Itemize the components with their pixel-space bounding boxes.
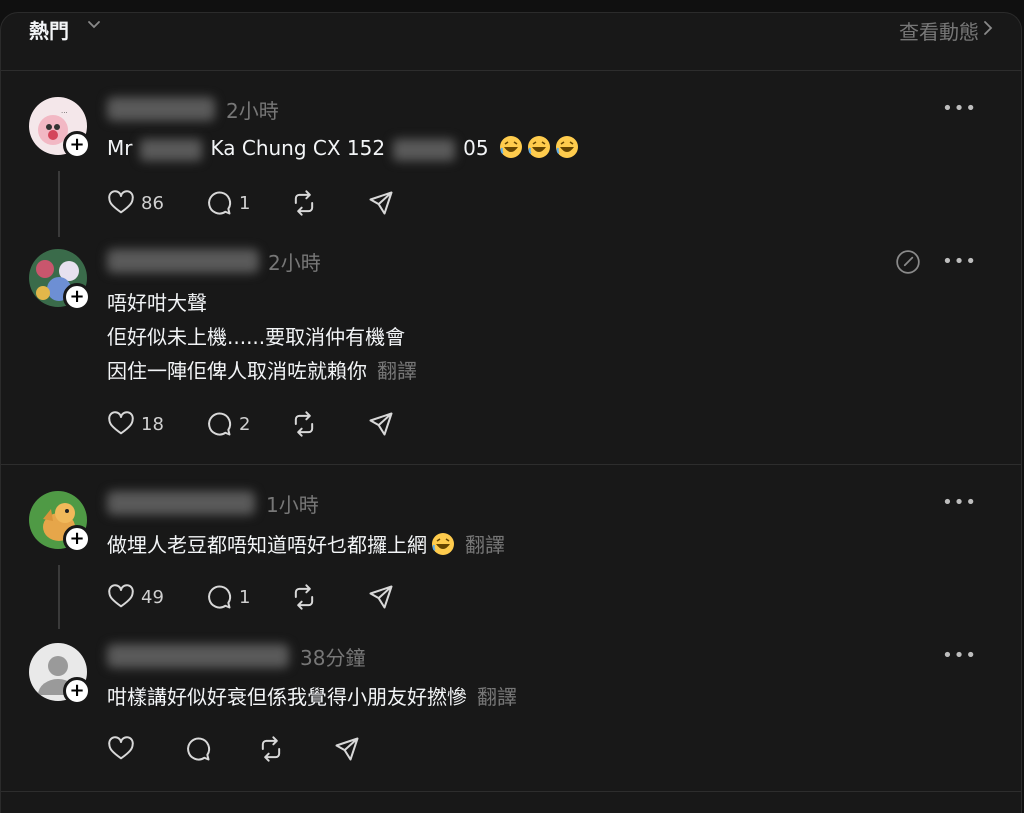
divider xyxy=(1,464,1021,465)
send-icon xyxy=(369,585,393,609)
follow-plus-icon[interactable]: + xyxy=(63,525,91,553)
avatar[interactable]: + xyxy=(29,643,91,705)
share-button[interactable] xyxy=(367,409,395,439)
comment-text: Mr Ka Chung CX 152 05 xyxy=(107,135,579,161)
heart-icon xyxy=(108,584,134,608)
comment-time: 2小時 xyxy=(268,251,321,275)
chevron-down-icon[interactable] xyxy=(86,16,102,32)
redacted-text xyxy=(393,138,456,161)
top-bar: 熱門 查看動態 xyxy=(1,13,1021,71)
comment-text-line: 佢好似未上機......要取消仲有機會 xyxy=(107,325,406,349)
like-button[interactable] xyxy=(107,734,135,764)
laughing-emoji-icon xyxy=(527,136,550,158)
comment-bubble-icon xyxy=(187,737,211,761)
like-count: 86 xyxy=(141,192,164,214)
username-redacted xyxy=(107,249,259,273)
like-button[interactable]: 49 xyxy=(107,582,164,612)
redacted-text xyxy=(140,138,203,161)
reply-count: 1 xyxy=(239,192,251,214)
sort-dropdown[interactable]: 熱門 xyxy=(29,15,69,44)
more-icon[interactable]: ••• xyxy=(942,98,977,119)
comment-text-content: 做埋人老豆都唔知道唔好乜都攞上網 xyxy=(107,533,427,557)
username-redacted xyxy=(107,644,289,668)
comment-text-content: 咁樣講好似好衰但係我覺得小朋友好撚慘 xyxy=(107,685,467,709)
like-button[interactable]: 86 xyxy=(107,188,164,218)
thread-line xyxy=(58,565,60,629)
send-icon xyxy=(369,191,393,215)
comment-text-prefix: Mr xyxy=(107,136,133,160)
thread-line xyxy=(58,171,60,237)
repost-icon xyxy=(294,190,314,216)
comment-time: 38分鐘 xyxy=(300,646,366,670)
repost-button[interactable] xyxy=(257,734,285,764)
more-icon[interactable]: ••• xyxy=(942,251,977,272)
reply-button[interactable] xyxy=(184,734,212,764)
comment-text-line: 因住一陣佢俾人取消咗就賴你 翻譯 xyxy=(107,355,417,384)
follow-plus-icon[interactable]: + xyxy=(63,677,91,705)
comment-text-line: 唔好咁大聲 xyxy=(107,291,207,315)
comment-bubble-icon xyxy=(208,412,232,436)
reply-count: 1 xyxy=(239,586,251,608)
comment-text-suffix: 05 xyxy=(463,136,489,160)
laughing-emoji-icon xyxy=(432,533,454,555)
laughing-emoji-icon xyxy=(555,136,578,158)
send-icon xyxy=(369,412,393,436)
reply-button[interactable]: 1 xyxy=(205,188,250,218)
username-redacted xyxy=(107,97,215,121)
repost-button[interactable] xyxy=(290,409,318,439)
more-icon[interactable]: ••• xyxy=(942,492,977,513)
avatar[interactable]: ··· + xyxy=(29,97,91,159)
view-activity-link[interactable]: 查看動態 xyxy=(899,16,979,45)
avatar[interactable]: + xyxy=(29,249,91,311)
comment-time: 2小時 xyxy=(226,99,279,123)
more-icon[interactable]: ••• xyxy=(942,645,977,666)
comment-text: 咁樣講好似好衰但係我覺得小朋友好撚慘 翻譯 xyxy=(107,681,517,710)
translate-link[interactable]: 翻譯 xyxy=(477,685,517,709)
heart-icon xyxy=(108,411,134,435)
reply-button[interactable]: 1 xyxy=(205,582,250,612)
edit-icon[interactable] xyxy=(895,249,921,275)
comment-text: 做埋人老豆都唔知道唔好乜都攞上網 翻譯 xyxy=(107,529,505,558)
laughing-emoji-icon xyxy=(499,136,522,158)
comment-bubble-icon xyxy=(208,191,232,215)
follow-plus-icon[interactable]: + xyxy=(63,131,91,159)
comment-time: 1小時 xyxy=(266,493,319,517)
divider xyxy=(1,791,1021,792)
comment-text-middle: Ka Chung CX 152 xyxy=(210,136,386,160)
heart-icon xyxy=(108,736,134,760)
username-redacted xyxy=(107,491,255,515)
reply-count: 2 xyxy=(239,413,251,435)
heart-icon xyxy=(108,190,134,214)
like-count: 18 xyxy=(141,413,164,435)
reply-button[interactable]: 2 xyxy=(205,409,250,439)
comment-bubble-icon xyxy=(208,585,232,609)
like-button[interactable]: 18 xyxy=(107,409,164,439)
share-button[interactable] xyxy=(333,734,361,764)
share-button[interactable] xyxy=(367,188,395,218)
repost-button[interactable] xyxy=(290,188,318,218)
avatar[interactable]: + xyxy=(29,491,91,553)
chevron-right-icon[interactable] xyxy=(981,19,995,37)
follow-plus-icon[interactable]: + xyxy=(63,283,91,311)
comment-text-line-content: 因住一陣佢俾人取消咗就賴你 xyxy=(107,359,367,383)
translate-link[interactable]: 翻譯 xyxy=(465,533,505,557)
like-count: 49 xyxy=(141,586,164,608)
repost-button[interactable] xyxy=(290,582,318,612)
send-icon xyxy=(335,737,359,761)
share-button[interactable] xyxy=(367,582,395,612)
repost-icon xyxy=(294,411,314,437)
repost-icon xyxy=(261,736,281,762)
comments-panel: 熱門 查看動態 ··· + 2小時 ••• Mr Ka Chung CX 152 0… xyxy=(0,12,1022,813)
svg-text:···: ··· xyxy=(61,109,68,117)
translate-link[interactable]: 翻譯 xyxy=(377,359,417,383)
repost-icon xyxy=(294,584,314,610)
